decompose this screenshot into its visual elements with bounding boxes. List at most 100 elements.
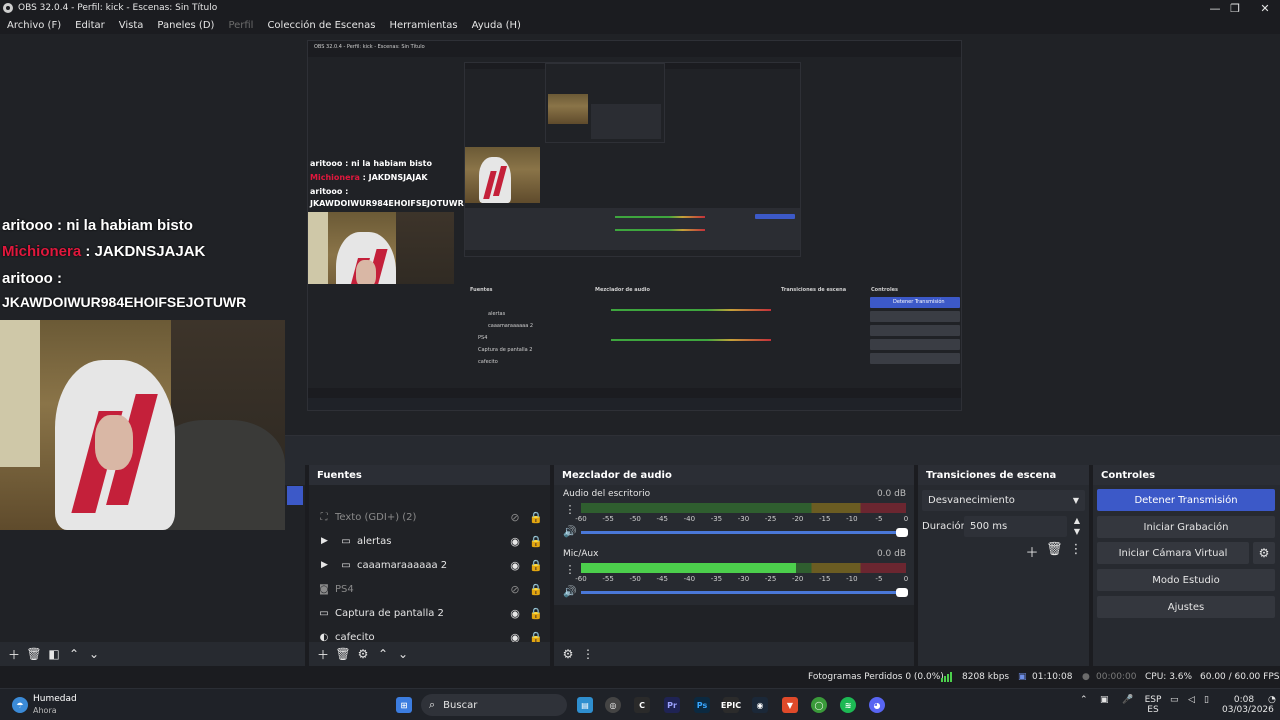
discord-icon[interactable]: ◕ [869,697,885,713]
menu-archivo[interactable]: Archivo (F) [7,20,61,31]
transition-select[interactable]: Desvanecimiento ▼ [922,490,1085,511]
eye-icon[interactable]: ◉ [508,558,522,572]
chrome-icon[interactable]: ◯ [811,697,827,713]
move-up-scene-icon[interactable]: ⌃ [66,646,82,662]
menu-bar: Archivo (F) Editar Vista Paneles (D) Per… [0,16,1280,34]
volume-slider[interactable] [581,588,908,597]
brave-icon[interactable]: ▼ [782,697,798,713]
windows-start-icon[interactable]: ⊞ [396,697,412,713]
network-icon[interactable]: ▭ [1170,695,1179,705]
volume-meter [581,503,906,513]
steam-icon[interactable]: ◉ [752,697,768,713]
microphone-icon[interactable]: 🎤 [1122,695,1133,705]
move-down-source-icon[interactable]: ⌄ [395,646,411,662]
lock-icon[interactable]: 🔒 [529,558,543,572]
selected-scene-highlight[interactable] [287,486,303,505]
eye-icon[interactable]: ◉ [508,534,522,548]
mixer-menu-icon[interactable]: ⋮ [580,646,596,662]
epic-games-icon[interactable]: EPIC [721,697,741,713]
notification-icon[interactable]: ◔ [1268,695,1276,705]
duration-input[interactable]: 500 ms [964,516,1067,537]
source-item[interactable]: ⛶ Texto (GDI+) (2) ⊘ 🔒 [309,505,550,529]
source-item[interactable]: ▶ ▭ caaamaraaaaaa 2 ◉ 🔒 [309,553,550,577]
chevron-down-icon: ▼ [1072,496,1079,505]
volume-icon[interactable]: ◁ [1188,695,1195,705]
lock-icon[interactable]: 🔒 [529,582,543,596]
menu-coleccion-escenas[interactable]: Colección de Escenas [267,20,375,31]
meter-tick-label: -10 [846,575,858,583]
clock[interactable]: 0:08 03/03/2026 [1222,695,1274,715]
menu-vista[interactable]: Vista [119,20,144,31]
hidden-eye-icon[interactable]: ⊘ [508,510,522,524]
speaker-icon[interactable]: 🔊 [563,585,577,599]
c-app-icon[interactable]: C [634,697,650,713]
volume-slider[interactable] [581,528,908,537]
move-up-source-icon[interactable]: ⌃ [375,646,391,662]
desktop-app-icon[interactable]: ▤ [577,697,593,713]
chat-line-1: aritooo : ni la habiam bisto [2,217,193,234]
add-transition-icon[interactable]: ＋ [1024,542,1040,561]
meter-tick-label: -15 [819,515,831,523]
source-item[interactable]: ▭ Captura de pantalla 2 ◉ 🔒 [309,601,550,625]
filter-scene-icon[interactable]: ◧ [46,646,62,662]
close-button[interactable]: ✕ [1250,0,1280,16]
controls-header: Controles [1093,465,1280,485]
remove-scene-icon[interactable]: 🗑 [26,646,42,662]
obs-window: OBS 32.0.4 - Perfil: kick - Escenas: Sin… [0,0,1280,720]
volume-slider-knob[interactable] [896,528,908,537]
menu-paneles[interactable]: Paneles (D) [157,20,214,31]
studio-mode-button[interactable]: Modo Estudio [1097,569,1275,591]
expand-arrow-icon[interactable]: ▶ [321,536,331,546]
virtual-camera-settings-gear-icon[interactable]: ⚙ [1253,542,1275,564]
obs-app-icon[interactable]: ◎ [605,697,621,713]
remove-transition-icon[interactable]: 🗑 [1046,542,1063,558]
spotify-icon[interactable]: ≋ [840,697,856,713]
maximize-button[interactable]: ❐ [1220,0,1250,16]
settings-button[interactable]: Ajustes [1097,596,1275,618]
virtual-camera-button[interactable]: Iniciar Cámara Virtual [1097,542,1249,564]
mixer-header: Mezclador de audio [554,465,914,485]
add-source-icon[interactable]: ＋ [315,646,331,662]
record-status-icon: ● [1082,672,1090,682]
remove-source-icon[interactable]: 🗑 [335,646,351,662]
meter-tick-label: -50 [629,515,641,523]
menu-ayuda[interactable]: Ayuda (H) [472,20,521,31]
obs-logo-icon [3,3,13,13]
source-item[interactable]: ◙ PS4 ⊘ 🔒 [309,577,550,601]
tray-chevron-icon[interactable]: ⌃ [1080,695,1088,705]
meter-tick-label: -15 [819,575,831,583]
expand-arrow-icon[interactable]: ▶ [321,560,331,570]
speaker-icon[interactable]: 🔊 [563,525,577,539]
source-properties-gear-icon[interactable]: ⚙ [355,646,371,662]
add-scene-icon[interactable]: ＋ [6,646,22,662]
weather-icon[interactable]: ☂ [12,697,28,713]
tray-app-icon[interactable]: ▣ [1100,695,1109,705]
taskbar-search[interactable]: ⌕ Buscar [421,694,567,716]
volume-slider-knob[interactable] [896,588,908,597]
spin-down-icon[interactable]: ▼ [1071,527,1083,537]
hidden-eye-icon[interactable]: ⊘ [508,582,522,596]
channel-menu-icon[interactable]: ⋮ [564,503,576,519]
battery-icon[interactable]: ▯ [1204,695,1209,705]
volume-meter [581,563,906,573]
start-recording-button[interactable]: Iniciar Grabación [1097,516,1275,538]
lock-icon[interactable]: 🔒 [529,510,543,524]
menu-editar[interactable]: Editar [75,20,105,31]
channel-menu-icon[interactable]: ⋮ [564,563,576,579]
eye-icon[interactable]: ◉ [508,606,522,620]
transition-menu-icon[interactable]: ⋮ [1068,542,1084,558]
lock-icon[interactable]: 🔒 [529,606,543,620]
menu-perfil[interactable]: Perfil [228,20,253,31]
source-item[interactable]: ▶ ▭ alertas ◉ 🔒 [309,529,550,553]
spin-up-icon[interactable]: ▲ [1071,516,1083,526]
lock-icon[interactable]: 🔒 [529,534,543,548]
sources-dock: Fuentes ⛶ Texto (GDI+) (2) ⊘ 🔒 ▶ ▭ alert… [309,465,550,666]
language-indicator[interactable]: ESP ES [1143,695,1163,715]
move-down-scene-icon[interactable]: ⌄ [86,646,102,662]
menu-herramientas[interactable]: Herramientas [389,20,457,31]
advanced-audio-icon[interactable]: ⚙ [560,646,576,662]
photoshop-icon[interactable]: Ps [694,697,710,713]
premiere-icon[interactable]: Pr [664,697,680,713]
stop-stream-button[interactable]: Detener Transmisión [1097,489,1275,511]
meter-tick-label: -60 [575,575,587,583]
